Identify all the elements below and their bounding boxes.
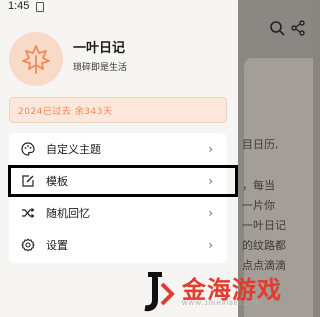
palette-icon xyxy=(21,142,35,156)
edit-square-icon xyxy=(22,175,34,187)
background-text-line: 一片你 xyxy=(242,199,275,212)
gear-icon xyxy=(21,238,35,252)
menu-item-label: 模板 xyxy=(46,175,68,188)
menu-item-template[interactable]: 模板 › xyxy=(9,165,227,197)
chevron-right-icon: › xyxy=(208,142,213,156)
year-progress-text: 2024已过去 余343天 xyxy=(18,107,113,117)
brand-logo-icon xyxy=(144,272,175,312)
notification-icon xyxy=(36,2,44,12)
shuffle-icon xyxy=(22,208,35,218)
menu-item-label: 设置 xyxy=(46,239,68,252)
background-text-line: ，每当 xyxy=(242,179,275,192)
app-title: 一叶日记 xyxy=(73,41,126,56)
background-text-line: 的纹路都 xyxy=(242,239,286,252)
menu-item-settings[interactable]: 设置 › xyxy=(9,229,227,261)
share-icon xyxy=(291,20,305,36)
menu-item-random-memory[interactable]: 随机回忆 › xyxy=(9,197,227,229)
menu-item-label: 随机回忆 xyxy=(46,207,90,220)
background-text-line: 一叶日记 xyxy=(242,219,286,232)
search-icon xyxy=(270,21,285,36)
chevron-right-icon: › xyxy=(208,174,213,188)
watermark-url: WWW.JINHAI888.COM xyxy=(182,301,263,307)
app-avatar xyxy=(9,32,63,86)
year-progress-banner: 2024已过去 余343天 xyxy=(9,97,227,123)
menu-item-custom-theme[interactable]: 自定义主题 › xyxy=(9,133,227,165)
watermark-brand: 金海游戏 xyxy=(182,276,282,304)
chevron-right-icon: › xyxy=(208,206,213,220)
watermark: 金海游戏 WWW.JINHAI888.COM xyxy=(138,270,308,315)
app-subtitle: 琐碎即是生活 xyxy=(73,63,128,73)
menu-item-label: 自定义主题 xyxy=(46,143,101,156)
drawer-menu: 自定义主题 › 模板 › 随机回忆 › 设置 › xyxy=(9,133,227,263)
status-time: 1:45 xyxy=(8,0,30,12)
maple-leaf-icon xyxy=(22,45,50,74)
background-text-line: 目日历, xyxy=(242,138,279,151)
chevron-right-icon: › xyxy=(208,238,213,252)
background-topbar xyxy=(238,0,313,50)
